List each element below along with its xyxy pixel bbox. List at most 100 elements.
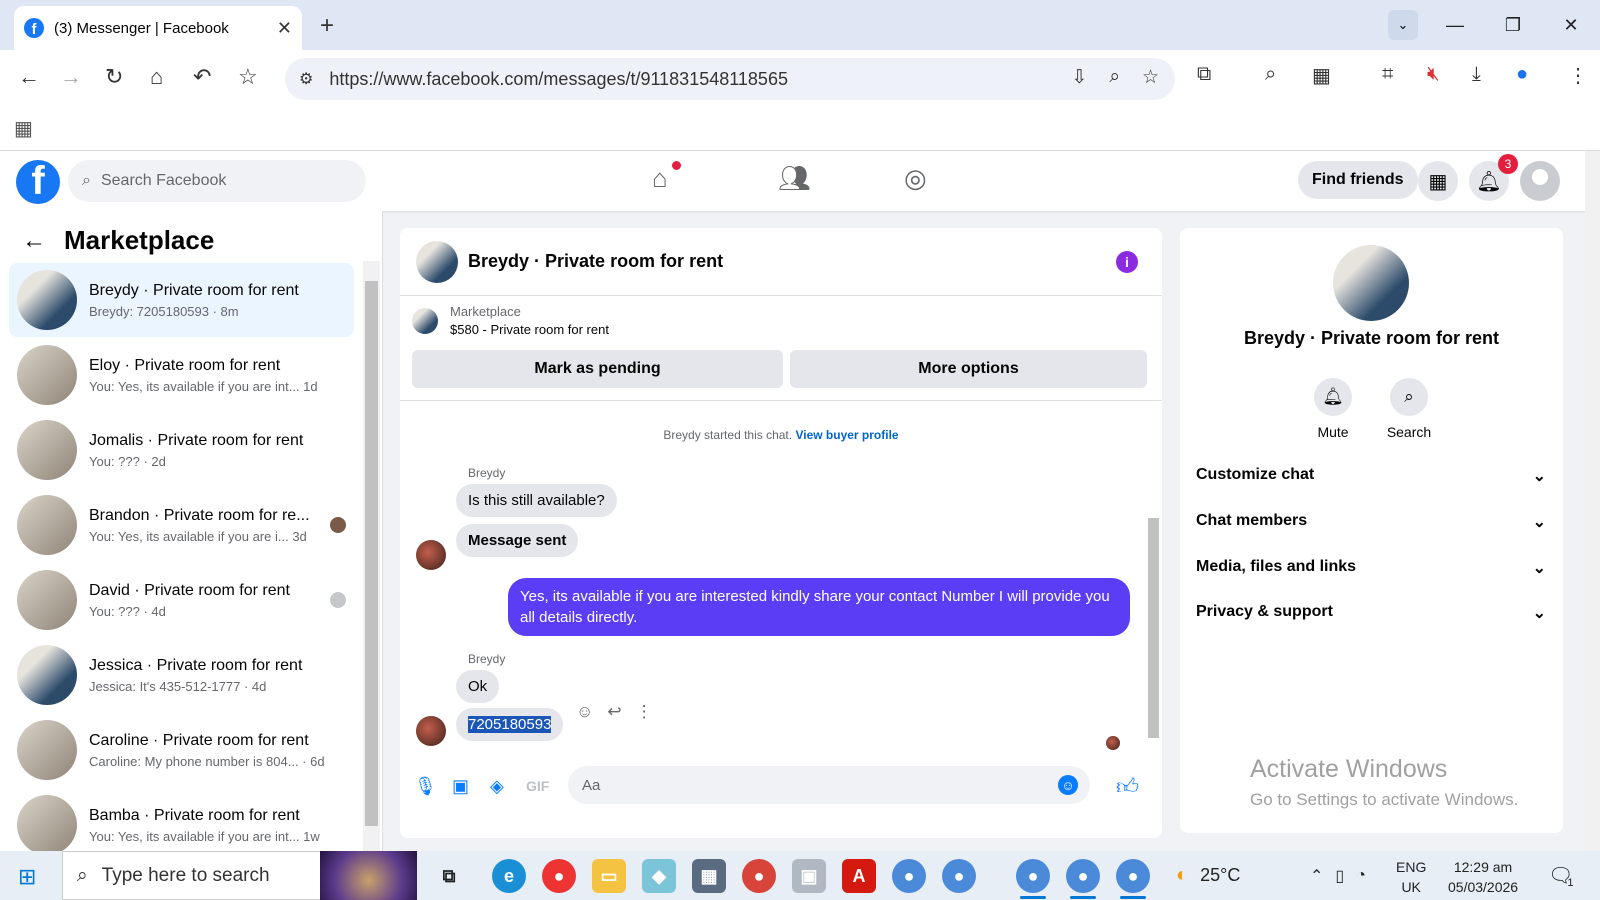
action-center-icon[interactable]: 🗨︎ 1 — [1548, 851, 1574, 900]
conversation-list-scrollbar[interactable] — [363, 261, 380, 851]
task-view-icon[interactable]: ⧉ — [432, 859, 466, 893]
photo-icon[interactable]: ▣ — [452, 776, 469, 797]
address-bar[interactable]: ⚙ https://www.facebook.com/messages/t/91… — [285, 58, 1175, 100]
emoji-icon[interactable]: ☺ — [1058, 775, 1078, 795]
new-tab-icon[interactable]: + — [320, 12, 334, 40]
conversation-item[interactable]: David · Private room for rent You: ??? · … — [9, 563, 354, 637]
menu-grid-icon[interactable]: ▦ — [1418, 161, 1458, 201]
install-app-icon[interactable]: ⇩ — [1071, 66, 1087, 89]
browser-tab[interactable]: f (3) Messenger | Facebook ✕ — [14, 6, 302, 50]
zoom-icon[interactable]: ⌕ — [1109, 66, 1120, 89]
mute-tab-icon[interactable]: 🔇︎ — [1427, 63, 1440, 86]
sender-avatar[interactable] — [416, 716, 446, 746]
facebook-search-input[interactable]: ⌕ Search Facebook — [68, 160, 366, 202]
chat-scrollbar[interactable] — [1145, 400, 1162, 756]
tab-search-icon[interactable]: ⌄ — [1388, 10, 1418, 40]
file-explorer-icon[interactable]: ▭ — [592, 859, 626, 893]
chrome-user-icon[interactable]: ● — [1116, 859, 1150, 899]
windows-start-icon[interactable]: ⊞ — [18, 864, 36, 890]
outgoing-message[interactable]: Yes, its available if you are interested… — [508, 578, 1130, 636]
chrome-icon[interactable]: ● — [542, 859, 576, 893]
groups-nav-icon[interactable]: ◎ — [904, 163, 927, 194]
calculator-icon[interactable]: ▦ — [692, 859, 726, 893]
thumbs-up-icon[interactable]: 👍︎ — [1116, 773, 1139, 800]
favorite-star-icon[interactable]: ☆ — [1142, 66, 1159, 89]
chrome-user-icon[interactable]: ● — [942, 859, 976, 893]
sticker-icon[interactable]: ◈ — [490, 776, 504, 797]
details-thumbnail[interactable] — [1333, 245, 1409, 321]
conversation-item[interactable]: Brandon · Private room for re... You: Yes… — [9, 488, 354, 562]
photos-icon[interactable]: ▣ — [792, 859, 826, 893]
chrome-user-icon[interactable]: ● — [1016, 859, 1050, 899]
microphone-icon[interactable]: 🎙︎ — [414, 776, 437, 797]
incoming-message[interactable]: Ok — [456, 670, 500, 703]
page-scrollbar[interactable] — [1585, 151, 1600, 851]
find-friends-button[interactable]: Find friends — [1298, 161, 1418, 199]
search-conversation-button[interactable]: ⌕ Search — [1369, 378, 1449, 440]
account-avatar[interactable] — [1520, 161, 1560, 201]
site-info-icon[interactable]: ⚙ — [299, 69, 313, 89]
conversation-item[interactable]: Jomalis · Private room for rent You: ??? … — [9, 413, 354, 487]
conversation-item[interactable]: Caroline · Private room for rent Caroline… — [9, 713, 354, 787]
reload-icon[interactable]: ↻ — [105, 64, 123, 90]
edge-icon[interactable]: e — [492, 859, 526, 893]
mark-as-pending-button[interactable]: Mark as pending — [412, 350, 783, 388]
minimize-icon[interactable]: — — [1426, 15, 1484, 36]
mute-button[interactable]: 🔔︎ Mute — [1293, 378, 1373, 440]
conversation-item[interactable]: Bamba · Private room for rent You: Yes, i… — [9, 788, 354, 851]
menu-kebab-icon[interactable]: ⋮ — [1568, 63, 1588, 88]
more-options-button[interactable]: More options — [790, 350, 1147, 388]
download-icon[interactable]: ⤓ — [1472, 63, 1481, 86]
back-arrow-icon[interactable]: ← — [22, 227, 46, 255]
info-icon[interactable]: i — [1116, 250, 1138, 273]
home-nav-icon[interactable]: ⌂ — [652, 163, 668, 194]
incoming-message[interactable]: Message sent — [456, 524, 579, 557]
close-window-icon[interactable]: ✕ — [1542, 15, 1600, 36]
chrome-user-icon[interactable]: ● — [892, 859, 926, 893]
friends-nav-icon[interactable]: 👥︎ — [778, 163, 811, 194]
view-buyer-profile-link[interactable]: View buyer profile — [795, 428, 898, 442]
browser-search-icon[interactable]: ⌕ — [1265, 63, 1276, 86]
chrome-user-icon[interactable]: ● — [1066, 859, 1100, 899]
privacy-support-row[interactable]: Privacy & support ⌄ — [1196, 603, 1546, 623]
back-icon[interactable]: ← — [18, 64, 40, 90]
forward-icon[interactable]: → — [60, 64, 82, 90]
extensions-icon[interactable]: ⧉ — [1197, 63, 1211, 86]
profile-icon[interactable]: ● — [1516, 63, 1528, 86]
media-files-links-row[interactable]: Media, files and links ⌄ — [1196, 558, 1546, 578]
acrobat-icon[interactable]: A — [842, 859, 876, 893]
conversation-item[interactable]: Jessica · Private room for rent Jessica: … — [9, 638, 354, 712]
reply-icon[interactable]: ↩ — [607, 702, 621, 722]
show-hidden-icons-icon[interactable]: ⌃ — [1310, 866, 1323, 886]
wifi-icon[interactable]: ◔ — [1356, 867, 1366, 885]
home-icon[interactable]: ⌂ — [150, 64, 163, 90]
sender-avatar[interactable] — [416, 540, 446, 570]
selected-text[interactable]: 7205180593 — [468, 716, 552, 733]
qr-icon[interactable]: ▦ — [1312, 63, 1331, 88]
listing-summary[interactable]: Marketplace $580 - Private room for rent — [412, 304, 609, 337]
close-tab-icon[interactable]: ✕ — [277, 18, 292, 39]
language-indicator[interactable]: ENG UK — [1396, 857, 1426, 897]
clock[interactable]: 12:29 am 05/03/2026 — [1448, 857, 1518, 897]
react-smiley-icon[interactable]: ☺ — [576, 702, 593, 722]
conversation-item[interactable]: Eloy · Private room for rent You: Yes, it… — [9, 338, 354, 412]
weather-widget[interactable]: ◐ 25°C — [1176, 851, 1240, 900]
facebook-logo-icon[interactable]: f — [16, 160, 60, 204]
incoming-message[interactable]: Is this still available? — [456, 484, 617, 517]
chat-title[interactable]: Breydy · Private room for rent — [468, 251, 1116, 272]
more-kebab-icon[interactable]: ⋮ — [636, 702, 653, 722]
undo-icon[interactable]: ↶ — [193, 64, 211, 90]
chat-members-row[interactable]: Chat members ⌄ — [1196, 512, 1546, 532]
crop-icon[interactable]: ⌗ — [1382, 63, 1393, 86]
bookmark-star-icon[interactable]: ☆ — [238, 64, 258, 90]
gif-icon[interactable]: GIF — [526, 778, 549, 794]
customize-chat-row[interactable]: Customize chat ⌄ — [1196, 466, 1546, 486]
app-icon[interactable]: ◆ — [642, 859, 676, 893]
message-input[interactable]: Aa ☺ — [568, 766, 1090, 804]
device-icon[interactable]: ▯ — [1335, 866, 1344, 886]
chrome-profile-icon[interactable]: ● — [742, 859, 776, 893]
url-text[interactable]: https://www.facebook.com/messages/t/9118… — [329, 69, 788, 90]
incoming-message[interactable]: 7205180593 — [456, 708, 564, 741]
conversation-item[interactable]: Breydy · Private room for rent Breydy: 72… — [9, 263, 354, 337]
apps-grid-icon[interactable]: ▦ — [14, 116, 33, 141]
